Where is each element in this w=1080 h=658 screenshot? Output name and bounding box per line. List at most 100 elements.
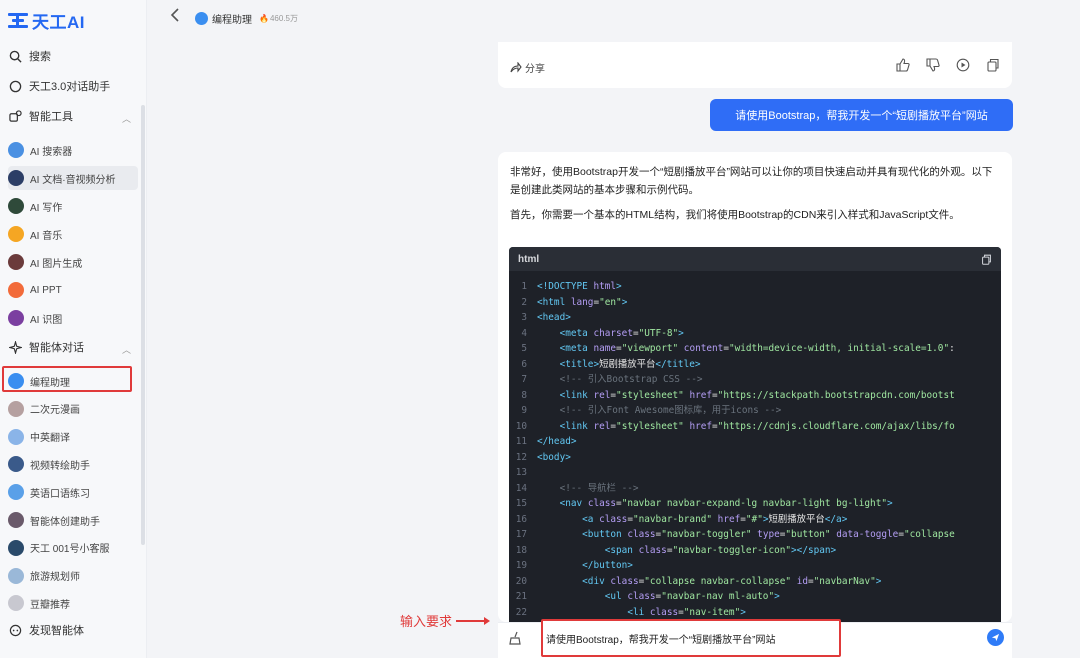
copy-code-icon[interactable] <box>981 254 992 265</box>
code-line: 4 <meta charset="UTF-8"> <box>521 327 684 339</box>
code-line: 2 <html lang="en"> <box>521 296 628 308</box>
sidebar-tool-avatar-icon <box>8 282 24 298</box>
code-line: 14 <!-- 导航栏 --> <box>515 482 639 494</box>
sidebar-tool-avatar-icon <box>8 198 24 214</box>
sidebar-tool-item-label: AI 图片生成 <box>30 258 83 270</box>
chevron-up-icon[interactable]: ︿ <box>122 112 131 125</box>
copy-icon[interactable] <box>986 58 1000 72</box>
sidebar-discover[interactable]: 发现智能体 <box>8 620 84 640</box>
sidebar-section-tools[interactable]: 智能工具 <box>8 106 73 126</box>
code-line: 3 <head> <box>521 312 571 323</box>
logo-text: 天工AI <box>32 13 85 32</box>
code-line: 10 <link rel="stylesheet" href="https://… <box>515 420 955 432</box>
sidebar-assistant[interactable]: 天工3.0对话助手 <box>8 76 110 96</box>
sidebar-tool-item[interactable]: AI PPT <box>8 278 138 302</box>
sidebar-tool-item-label: AI 识图 <box>30 314 63 326</box>
sidebar-agent-item[interactable]: 英语口语练习 <box>8 480 138 504</box>
sidebar-agent-item-label: 视频转绘助手 <box>30 460 90 472</box>
sidebar-tool-avatar-icon <box>8 170 24 186</box>
answer-paragraph-1: 非常好，使用Bootstrap开发一个“短剧播放平台”网站可以让你的项目快速启动… <box>510 166 993 196</box>
sidebar-tool-avatar-icon <box>8 310 24 326</box>
sidebar: 天工AI 搜索 天工3.0对话助手 智能工具 ︿ AI 搜索器 AI 文档·音视频… <box>0 0 147 658</box>
code-block: html 1 <!DOCTYPE html> 2 <html lang="en"> … <box>509 247 1001 622</box>
sidebar-section-agents-label: 智能体对话 <box>29 342 84 354</box>
sidebar-search-label: 搜索 <box>29 51 51 63</box>
chevron-up-icon[interactable]: ︿ <box>122 343 131 356</box>
share-label: 分享 <box>525 64 545 75</box>
code-line: 1 <!DOCTYPE html> <box>521 281 622 292</box>
assistant-answer: 非常好，使用Bootstrap开发一个“短剧播放平台”网站可以让你的项目快速启动… <box>498 152 1012 622</box>
sidebar-agent-item[interactable]: 天工 001号小客服 <box>8 536 138 560</box>
sidebar-assistant-label: 天工3.0对话助手 <box>29 81 111 93</box>
sidebar-agent-avatar-icon <box>8 567 24 584</box>
sidebar-tool-item[interactable]: AI 图片生成 <box>8 250 138 274</box>
sidebar-agent-item-label: 豆瓣推荐 <box>30 599 70 611</box>
sidebar-tool-item-label: AI PPT <box>30 284 62 296</box>
logo[interactable]: 天工AI <box>8 8 85 33</box>
code-language: html <box>518 253 540 265</box>
sidebar-tool-item-label: AI 搜索器 <box>30 146 73 158</box>
code-line: 12 <body> <box>515 451 571 463</box>
bot-avatar <box>195 12 208 25</box>
code-block-header: html <box>509 247 1001 271</box>
sidebar-search[interactable]: 搜索 <box>8 46 51 66</box>
tools-icon <box>8 109 23 124</box>
sidebar-agent-avatar-icon <box>8 595 24 612</box>
sidebar-scrollbar[interactable] <box>141 105 145 545</box>
code-line: 15 <nav class="navbar navbar-expand-lg n… <box>515 498 893 509</box>
sidebar-discover-label: 发现智能体 <box>29 625 84 637</box>
code-line: 20 <div class="collapse navbar-collapse"… <box>515 575 882 587</box>
sparkle-icon <box>8 340 23 355</box>
sidebar-agent-item[interactable]: 二次元漫画 <box>8 397 138 421</box>
sidebar-agent-item-label: 智能体创建助手 <box>30 516 100 528</box>
sidebar-tool-item[interactable]: AI 文档·音视频分析 <box>8 166 138 190</box>
play-icon[interactable] <box>956 58 970 72</box>
fire-icon: 🔥 <box>259 14 269 23</box>
sidebar-agent-item[interactable]: 旅游规划师 <box>8 564 138 588</box>
code-line: 21 <ul class="navbar-nav ml-auto"> <box>515 591 780 602</box>
code-line: 8 <link rel="stylesheet" href="https://s… <box>521 389 955 401</box>
code-line: 5 <meta name="viewport" content="width=d… <box>521 343 955 354</box>
back-arrow-icon[interactable] <box>170 8 180 27</box>
highlight-box <box>2 366 132 392</box>
send-button[interactable] <box>987 629 1004 646</box>
share-button[interactable]: 分享 <box>510 60 545 75</box>
previous-answer-card: 分享 <box>498 42 1012 88</box>
annotation-label: 输入要求 <box>400 614 453 629</box>
sidebar-tool-item[interactable]: AI 写作 <box>8 194 138 218</box>
thumbs-up-icon[interactable] <box>896 58 910 72</box>
sidebar-agent-item-label: 旅游规划师 <box>30 572 80 584</box>
sidebar-tool-item[interactable]: AI 音乐 <box>8 222 138 246</box>
sidebar-tool-item-label: AI 音乐 <box>30 230 63 242</box>
sidebar-tool-avatar-icon <box>8 142 24 158</box>
sidebar-agent-item[interactable]: 智能体创建助手 <box>8 508 138 532</box>
share-icon <box>510 62 522 73</box>
user-message: 请使用Bootstrap，帮我开发一个“短剧播放平台”网站 <box>710 99 1013 131</box>
code-line: 17 <button class="navbar-toggler" type="… <box>515 529 955 540</box>
annotation-arrow <box>456 616 491 625</box>
sidebar-tool-item[interactable]: AI 识图 <box>8 306 138 330</box>
broom-icon[interactable] <box>508 631 522 645</box>
code-line: 13 <box>515 467 527 478</box>
header-bot-info: 编程助理 🔥 460.5万 <box>195 11 298 26</box>
sidebar-tool-avatar-icon <box>8 254 24 270</box>
code-line: 9 <!-- 引入Font Awesome图标库，用于icons --> <box>521 405 782 416</box>
thumbs-down-icon[interactable] <box>926 58 940 72</box>
sidebar-tool-item-label: AI 写作 <box>30 202 63 214</box>
sidebar-agent-item[interactable]: 中英翻译 <box>8 425 138 449</box>
sidebar-tool-item[interactable]: AI 搜索器 <box>8 138 138 162</box>
code-lines: 1 <!DOCTYPE html> 2 <html lang="en"> 3 <hea… <box>509 279 1001 620</box>
search-icon <box>8 49 23 64</box>
message-input[interactable]: 请使用Bootstrap，帮我开发一个“短剧播放平台”网站 <box>546 631 775 646</box>
code-line: 6 <title>短剧播放平台</title> <box>521 358 701 370</box>
sidebar-agent-item[interactable]: 视频转绘助手 <box>8 452 138 476</box>
code-line: 16 <a class="navbar-brand" href="#">短剧播放… <box>515 513 848 525</box>
sidebar-agent-avatar-icon <box>8 484 24 501</box>
code-line: 22 <li class="nav-item"> <box>515 606 746 618</box>
sidebar-agent-item[interactable]: 豆瓣推荐 <box>8 591 138 615</box>
bot-name: 编程助理 <box>212 15 252 26</box>
sidebar-agent-avatar-icon <box>8 456 24 473</box>
logo-icon <box>8 12 28 30</box>
send-icon <box>991 633 1000 642</box>
sidebar-section-agents[interactable]: 智能体对话 <box>8 337 84 357</box>
